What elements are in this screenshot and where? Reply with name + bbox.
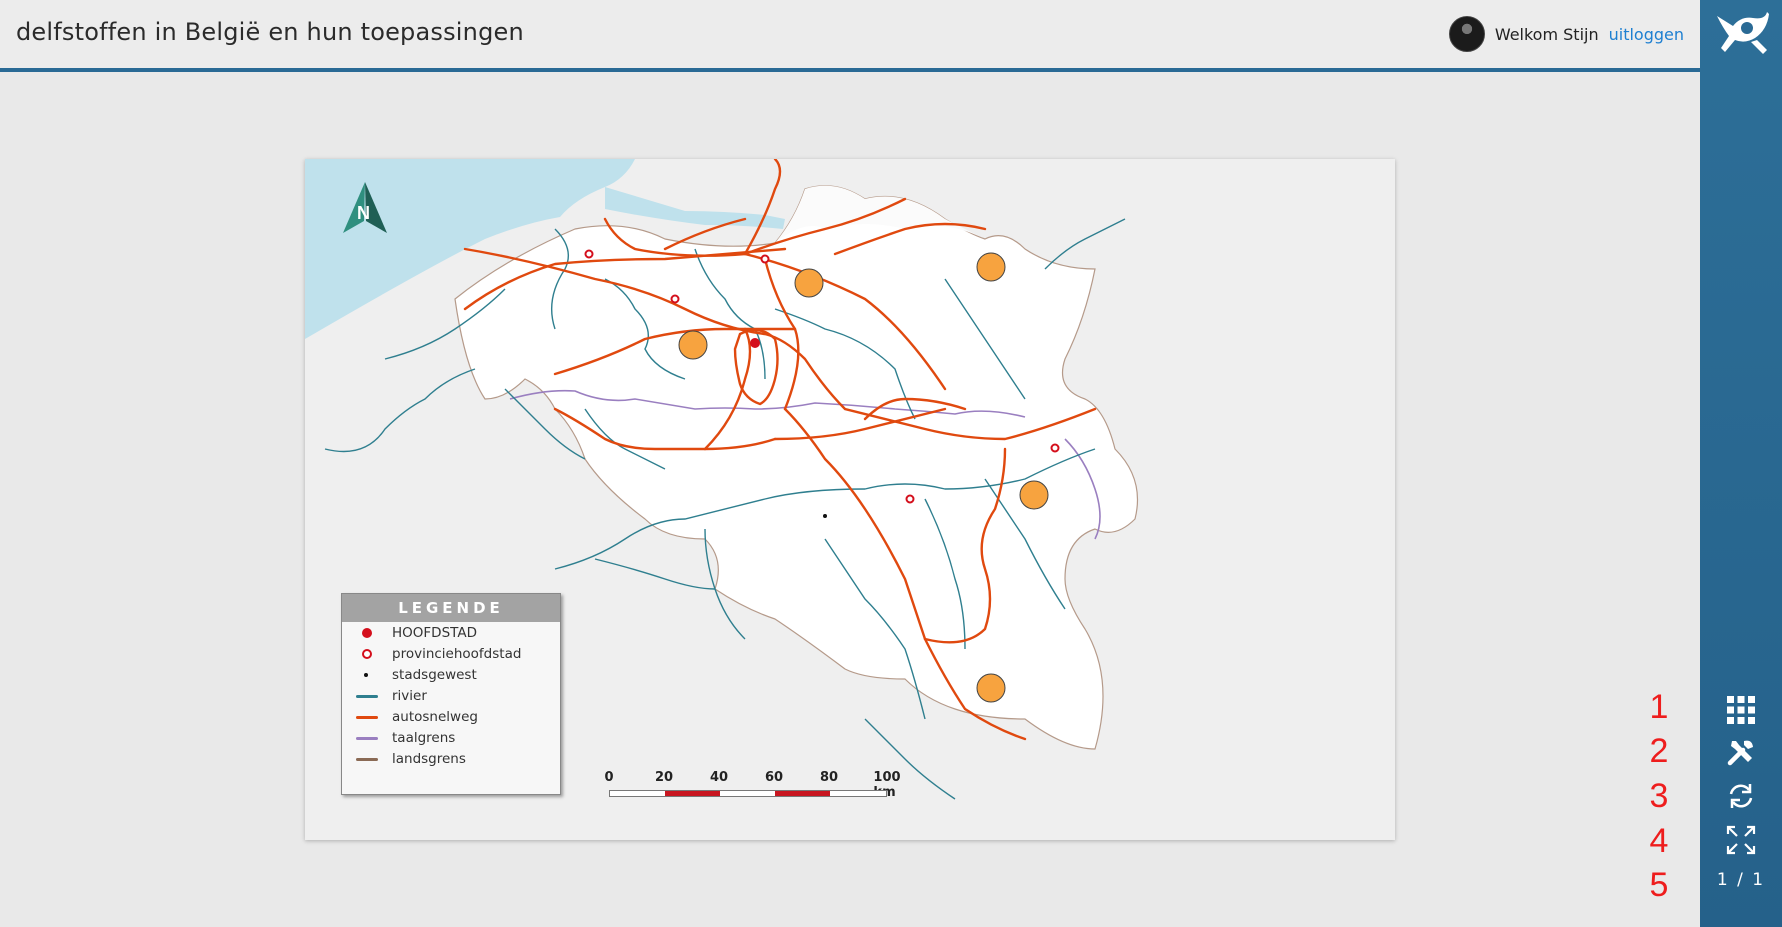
logout-link[interactable]: uitloggen [1609, 25, 1684, 44]
scale-label: 80 [819, 770, 839, 785]
legend-item: autosnelweg [342, 706, 560, 727]
scale-label: 20 [654, 770, 674, 785]
legend-item: stadsgewest [342, 664, 560, 685]
annotation-1: 1 [1649, 688, 1669, 726]
legend-item: HOOFDSTAD [342, 622, 560, 643]
scale-label: 0 [604, 770, 614, 785]
page-title: delfstoffen in België en hun toepassinge… [16, 18, 524, 46]
scale-track [609, 790, 887, 797]
avatar[interactable] [1448, 16, 1485, 52]
svg-text:N: N [357, 203, 370, 223]
scale-label: 40 [709, 770, 729, 785]
app-logo-icon[interactable] [1711, 8, 1771, 58]
top-bar: delfstoffen in België en hun toepassinge… [0, 0, 1700, 72]
refresh-icon [1729, 784, 1753, 808]
scale-label: 60 [764, 770, 784, 785]
user-area: Welkom Stijn uitloggen [1448, 16, 1684, 52]
legend-item: provinciehoofdstad [342, 643, 560, 664]
map-legend: LEGENDE HOOFDSTAD provinciehoofdstad sta… [341, 593, 561, 795]
scale-bar: 0 20 40 60 80 100 km [604, 770, 900, 800]
refresh-button[interactable] [1721, 776, 1761, 816]
tools-button[interactable] [1721, 732, 1761, 772]
sidebar: 1 / 1 [1700, 0, 1782, 927]
annotation-3: 3 [1649, 777, 1669, 815]
map-panel: N LEGENDE HOOFDSTAD provinciehoofdstad s… [305, 159, 1395, 840]
annotation-5: 5 [1649, 866, 1669, 904]
fullscreen-icon [1726, 825, 1756, 855]
page-counter: 1 / 1 [1716, 870, 1766, 890]
grid-button[interactable] [1721, 690, 1761, 730]
grid-icon [1727, 696, 1755, 724]
legend-title: LEGENDE [342, 594, 560, 622]
welcome-text: Welkom Stijn [1494, 24, 1599, 44]
annotation-2: 2 [1649, 732, 1669, 770]
fullscreen-button[interactable] [1721, 820, 1761, 860]
annotation-4: 4 [1649, 822, 1669, 860]
tools-icon [1727, 740, 1753, 766]
legend-item: taalgrens [342, 727, 560, 748]
legend-item: rivier [342, 685, 560, 706]
legend-item: landsgrens [342, 748, 560, 769]
